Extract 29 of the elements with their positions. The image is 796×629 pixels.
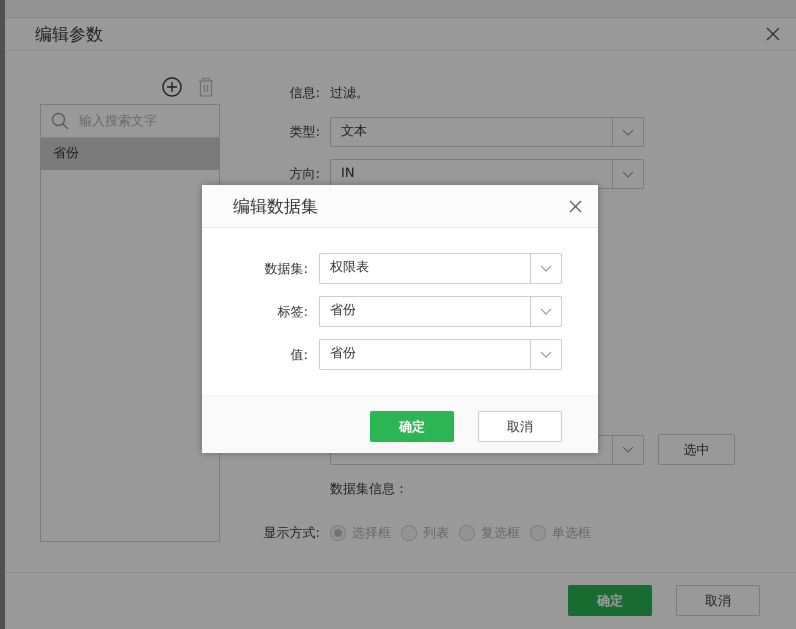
chevron-down-icon (540, 351, 552, 358)
add-icon[interactable] (162, 77, 182, 97)
select-button[interactable]: 选中 (658, 434, 735, 465)
dropdown[interactable]: 权限表 (319, 253, 562, 284)
dropdown[interactable]: 省份 (319, 296, 562, 327)
cancel-button[interactable]: 取消 (676, 585, 760, 616)
dialog-title: 编辑参数 (35, 24, 103, 46)
chevron-down-icon (622, 170, 634, 178)
field-label: 方向: (288, 166, 320, 183)
field-label: 值: (290, 346, 308, 364)
chevron-down-icon (540, 308, 552, 315)
field-label: 信息: (288, 85, 320, 102)
type-dropdown[interactable]: 文本 (330, 117, 644, 147)
chevron-down-icon (540, 265, 552, 272)
search-icon (51, 112, 69, 130)
chevron-down-icon (622, 128, 634, 136)
dropdown[interactable]: 省份 (319, 339, 562, 370)
field-label: 标签: (276, 304, 308, 320)
close-icon[interactable] (569, 200, 582, 212)
info-text: 过滤。 (330, 85, 369, 102)
cancel-button[interactable]: 取消 (478, 411, 562, 442)
field-label: 显示方式: (262, 525, 320, 542)
list-item[interactable]: 省份 (41, 138, 219, 170)
field-label: 数据集: (264, 260, 308, 278)
chevron-down-icon (622, 446, 634, 453)
modal-title: 编辑数据集 (233, 196, 318, 218)
dataset-info-text: 数据集信息： (330, 481, 408, 498)
field-label: 类型: (288, 124, 320, 141)
close-icon[interactable] (766, 27, 780, 41)
